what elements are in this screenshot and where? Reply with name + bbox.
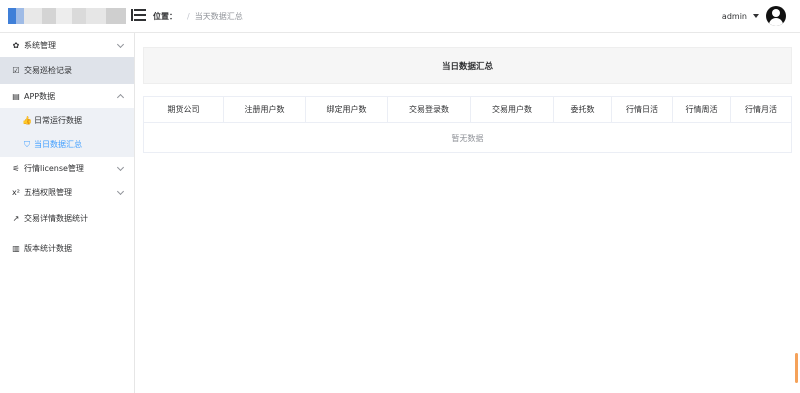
column-header[interactable]: 绑定用户数 <box>306 97 388 122</box>
sidebar-item-label: 交易详情数据统计 <box>24 214 88 223</box>
line-chart-icon: ↗ <box>12 214 20 223</box>
chevron-down-icon <box>116 40 125 49</box>
breadcrumb-current[interactable]: 当天数据汇总 <box>195 11 243 22</box>
column-header[interactable]: 行情日活 <box>612 97 673 122</box>
sidebar-item-label: 版本统计数据 <box>24 244 72 253</box>
gear-icon: ✿ <box>12 41 20 50</box>
thumbs-up-icon: 👍 <box>22 116 32 125</box>
sidebar-item-label: 交易巡检记录 <box>24 66 72 75</box>
chevron-down-icon <box>116 187 125 196</box>
top-header: 位置： / 当天数据汇总 admin <box>0 0 800 33</box>
empty-state: 暂无数据 <box>451 133 484 143</box>
sidebar-item-five-level[interactable]: x² 五档权限管理 <box>0 180 134 205</box>
sidebar-item-label: APP数据 <box>24 92 56 101</box>
table-header: 期货公司 注册用户数 绑定用户数 交易登录数 交易用户数 委托数 行情日活 行情… <box>144 97 791 123</box>
data-table: 期货公司 注册用户数 绑定用户数 交易登录数 交易用户数 委托数 行情日活 行情… <box>143 96 792 153</box>
sidebar-subitem-today-summary[interactable]: ⛉ 当日数据汇总 <box>0 132 134 157</box>
superscript-icon: x² <box>12 188 20 197</box>
chevron-down-icon <box>116 163 125 172</box>
sidebar-item-label: 系统管理 <box>24 41 56 50</box>
sidebar: ✿ 系统管理 ☑ 交易巡检记录 ▤ APP数据 👍 日常运行数据 ⛉ 当日数据汇… <box>0 33 135 393</box>
database-icon: ▤ <box>12 92 20 101</box>
sidebar-item-trade-stats[interactable]: ↗ 交易详情数据统计 <box>0 206 134 231</box>
sidebar-subitem-label: 日常运行数据 <box>34 116 82 125</box>
column-header[interactable]: 期货公司 <box>144 97 224 122</box>
avatar[interactable] <box>766 6 786 26</box>
column-header[interactable]: 注册用户数 <box>224 97 306 122</box>
user-menu[interactable]: admin <box>722 5 786 27</box>
column-header[interactable]: 交易用户数 <box>471 97 554 122</box>
column-header[interactable]: 交易登录数 <box>388 97 471 122</box>
sidebar-subitem-label: 当日数据汇总 <box>34 140 82 149</box>
shield-icon: ⛉ <box>24 139 30 149</box>
sliders-icon: ⚟ <box>12 164 20 173</box>
caret-down-icon[interactable] <box>753 14 759 18</box>
username[interactable]: admin <box>722 12 747 21</box>
sidebar-item-app-data[interactable]: ▤ APP数据 <box>0 84 134 109</box>
scrollbar-thumb[interactable] <box>795 353 798 383</box>
sidebar-item-system[interactable]: ✿ 系统管理 <box>0 33 134 58</box>
breadcrumb: 位置： / 当天数据汇总 <box>153 11 243 22</box>
sidebar-item-license[interactable]: ⚟ 行情license管理 <box>0 156 134 181</box>
logo <box>8 8 126 24</box>
page-title: 当日数据汇总 <box>441 61 493 72</box>
column-header[interactable]: 委托数 <box>554 97 612 122</box>
chevron-up-icon <box>116 93 125 102</box>
menu-toggle-icon[interactable] <box>131 9 146 23</box>
page-title-bar: 当日数据汇总 <box>143 47 792 84</box>
sidebar-item-label: 行情license管理 <box>24 164 84 173</box>
column-header[interactable]: 行情周活 <box>673 97 731 122</box>
check-square-icon: ☑ <box>12 66 20 75</box>
bar-chart-icon: ▥ <box>12 244 20 253</box>
sidebar-item-trade-inspection[interactable]: ☑ 交易巡检记录 <box>0 57 134 84</box>
sidebar-item-version-stats[interactable]: ▥ 版本统计数据 <box>0 236 134 261</box>
sidebar-subitem-daily-run[interactable]: 👍 日常运行数据 <box>0 108 134 133</box>
column-header[interactable]: 行情月活 <box>731 97 791 122</box>
breadcrumb-label: 位置： <box>153 12 177 21</box>
breadcrumb-separator: / <box>187 12 190 21</box>
sidebar-item-label: 五档权限管理 <box>24 188 72 197</box>
